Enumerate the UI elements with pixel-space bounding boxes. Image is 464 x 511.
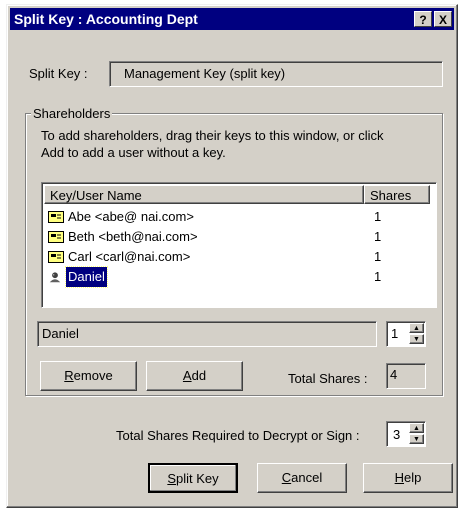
split-key-mnemonic: S — [167, 471, 177, 486]
required-shares-spinner[interactable]: 3 ▲ ▼ — [386, 421, 426, 447]
total-shares-label: Total Shares : — [288, 371, 368, 386]
spin-up-icon[interactable]: ▲ — [409, 323, 424, 333]
remove-label: emove — [73, 368, 113, 383]
list-item[interactable]: Abe <abe@ nai.com> 1 — [46, 207, 432, 227]
instructions-line-2: Add to add a user without a key. — [41, 145, 226, 160]
row-shares: 1 — [374, 269, 382, 284]
shares-spinner[interactable]: 1 ▲ ▼ — [386, 321, 426, 347]
remove-mnemonic: R — [64, 368, 74, 383]
split-key-label: Split Key : — [29, 66, 88, 81]
split-key-field: Management Key (split key) — [109, 61, 443, 87]
required-shares-label: Total Shares Required to Decrypt or Sign… — [116, 428, 360, 443]
user-icon — [49, 272, 61, 283]
cancel-mnemonic: C — [281, 470, 292, 485]
add-mnemonic: A — [182, 368, 192, 383]
split-key-label: plit Key — [176, 471, 219, 486]
row-shares: 1 — [374, 229, 382, 244]
selected-name-field[interactable]: Daniel — [37, 321, 377, 347]
row-name: Daniel — [65, 266, 108, 288]
cancel-button[interactable]: Cancel — [257, 463, 347, 493]
spin-down-icon[interactable]: ▼ — [409, 334, 424, 344]
key-icon — [48, 231, 64, 243]
row-name: Beth <beth@nai.com> — [68, 229, 198, 244]
help-mnemonic: H — [394, 470, 405, 485]
row-name: Abe <abe@ nai.com> — [68, 209, 194, 224]
title-bar[interactable]: Split Key : Accounting Dept ? X — [10, 8, 454, 30]
shareholders-group-label: Shareholders — [31, 106, 113, 121]
list-item[interactable]: Carl <carl@nai.com> 1 — [46, 247, 432, 267]
close-title-button[interactable]: X — [434, 11, 452, 27]
remove-button[interactable]: Remove — [40, 361, 137, 391]
shares-spinner-arrows[interactable]: ▲ ▼ — [409, 323, 424, 345]
add-label: dd — [191, 368, 207, 383]
spin-down-icon[interactable]: ▼ — [409, 434, 424, 444]
column-header-name[interactable]: Key/User Name — [44, 185, 364, 204]
split-key-dialog: Split Key : Accounting Dept ? X Split Ke… — [6, 4, 458, 508]
total-shares-value: 4 — [386, 363, 426, 389]
help-label: elp — [404, 470, 422, 485]
help-title-button[interactable]: ? — [414, 11, 432, 27]
list-item-selected[interactable]: Daniel 1 — [46, 266, 432, 288]
column-header-shares[interactable]: Shares — [364, 185, 430, 204]
instructions-line-1: To add shareholders, drag their keys to … — [41, 128, 384, 143]
window-title: Split Key : Accounting Dept — [14, 11, 198, 27]
required-spinner-arrows[interactable]: ▲ ▼ — [409, 423, 424, 445]
shares-spinner-value: 1 — [391, 326, 399, 341]
row-name: Carl <carl@nai.com> — [68, 249, 191, 264]
spin-up-icon[interactable]: ▲ — [409, 423, 424, 433]
key-icon — [48, 251, 64, 263]
shareholder-list[interactable]: Key/User Name Shares Abe <abe@ nai.com> … — [41, 182, 437, 308]
row-shares: 1 — [374, 209, 382, 224]
add-button[interactable]: Add — [146, 361, 243, 391]
row-shares: 1 — [374, 249, 382, 264]
split-key-button[interactable]: Split Key — [148, 463, 238, 493]
key-icon — [48, 211, 64, 223]
required-shares-value: 3 — [393, 427, 401, 442]
help-button[interactable]: Help — [363, 463, 453, 493]
list-item[interactable]: Beth <beth@nai.com> 1 — [46, 227, 432, 247]
cancel-label: ancel — [291, 470, 323, 485]
